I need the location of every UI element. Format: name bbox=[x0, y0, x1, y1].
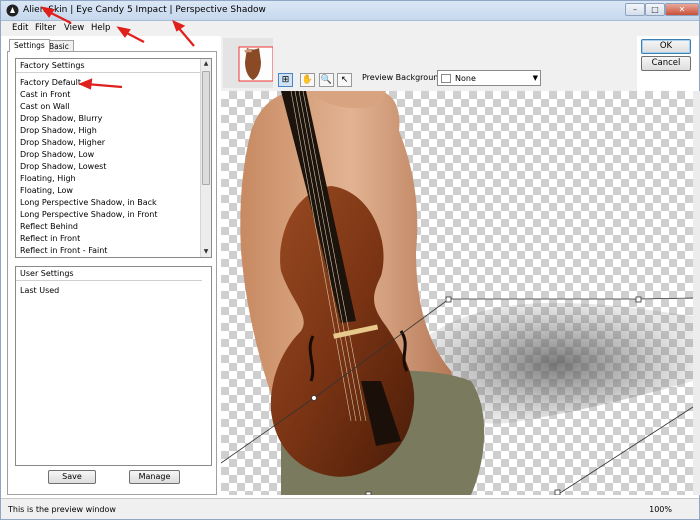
factory-item[interactable]: Drop Shadow, Lowest bbox=[20, 162, 106, 171]
user-settings-header: User Settings bbox=[16, 267, 202, 281]
factory-item[interactable]: Drop Shadow, Higher bbox=[20, 138, 105, 147]
minimize-button[interactable]: – bbox=[625, 3, 645, 16]
factory-item[interactable]: Cast in Front bbox=[20, 90, 70, 99]
factory-item[interactable]: Factory Default bbox=[20, 78, 81, 87]
factory-item[interactable]: Drop Shadow, High bbox=[20, 126, 97, 135]
hand-tool-icon[interactable]: ✋ bbox=[300, 73, 315, 87]
status-text: This is the preview window bbox=[8, 505, 116, 514]
title-bar[interactable]: Alien Skin | Eye Candy 5 Impact | Perspe… bbox=[1, 1, 699, 21]
navigator-thumbnail[interactable] bbox=[223, 38, 274, 88]
pointer-tool-icon[interactable]: ↖ bbox=[337, 73, 352, 87]
preview-background-label: Preview Background: bbox=[362, 73, 447, 82]
user-settings-list[interactable]: User Settings Last Used bbox=[15, 266, 212, 466]
factory-item[interactable]: Long Perspective Shadow, in Front bbox=[20, 210, 158, 219]
factory-item[interactable]: Floating, Low bbox=[20, 186, 73, 195]
ok-button[interactable]: OK bbox=[641, 39, 691, 54]
app-window: Alien Skin | Eye Candy 5 Impact | Perspe… bbox=[0, 0, 700, 520]
menu-bar: Edit Filter View Help bbox=[1, 21, 699, 36]
factory-scrollbar[interactable]: ▲ ▼ bbox=[200, 59, 211, 257]
menu-edit[interactable]: Edit bbox=[12, 23, 28, 33]
scroll-up-icon[interactable]: ▲ bbox=[201, 59, 211, 69]
preview-background-select[interactable]: None ▼ bbox=[437, 70, 541, 86]
factory-item[interactable]: Cast on Wall bbox=[20, 102, 70, 111]
user-settings-item[interactable]: Last Used bbox=[20, 286, 59, 295]
factory-item[interactable]: Floating, High bbox=[20, 174, 76, 183]
factory-item[interactable]: Drop Shadow, Low bbox=[20, 150, 94, 159]
zoom-level: 100% bbox=[649, 505, 672, 514]
menu-filter[interactable]: Filter bbox=[35, 23, 56, 33]
window-title: Alien Skin | Eye Candy 5 Impact | Perspe… bbox=[23, 5, 266, 15]
close-button[interactable]: ✕ bbox=[665, 3, 699, 16]
factory-item[interactable]: Drop Shadow, Blurry bbox=[20, 114, 102, 123]
status-bar: This is the preview window 100% bbox=[1, 498, 699, 519]
zoom-tool-icon[interactable]: 🔍 bbox=[319, 73, 334, 87]
factory-settings-header: Factory Settings bbox=[16, 59, 202, 73]
canvas-scrollbar[interactable] bbox=[693, 91, 700, 495]
chevron-down-icon: ▼ bbox=[532, 74, 538, 82]
factory-item[interactable]: Reflect in Front - Faint bbox=[20, 246, 107, 255]
tab-settings[interactable]: Settings bbox=[9, 39, 50, 52]
menu-view[interactable]: View bbox=[64, 23, 84, 33]
scroll-down-icon[interactable]: ▼ bbox=[201, 247, 211, 257]
manage-button[interactable]: Manage bbox=[129, 470, 180, 484]
color-swatch bbox=[441, 74, 451, 83]
preview-background-value: None bbox=[455, 74, 476, 83]
factory-item[interactable]: Reflect in Front bbox=[20, 234, 80, 243]
factory-settings-list[interactable]: Factory Settings Factory Default Cast in … bbox=[15, 58, 212, 258]
scroll-thumb[interactable] bbox=[202, 71, 210, 185]
preview-canvas[interactable] bbox=[221, 91, 693, 495]
factory-item[interactable]: Long Perspective Shadow, in Back bbox=[20, 198, 157, 207]
maximize-button[interactable]: □ bbox=[645, 3, 665, 16]
navigator-tool-icon[interactable]: ⊞ bbox=[278, 73, 293, 87]
factory-item[interactable]: Reflect Behind bbox=[20, 222, 78, 231]
app-logo-icon bbox=[6, 4, 19, 17]
save-button[interactable]: Save bbox=[48, 470, 96, 484]
cancel-button[interactable]: Cancel bbox=[641, 56, 691, 71]
menu-help[interactable]: Help bbox=[91, 23, 110, 33]
